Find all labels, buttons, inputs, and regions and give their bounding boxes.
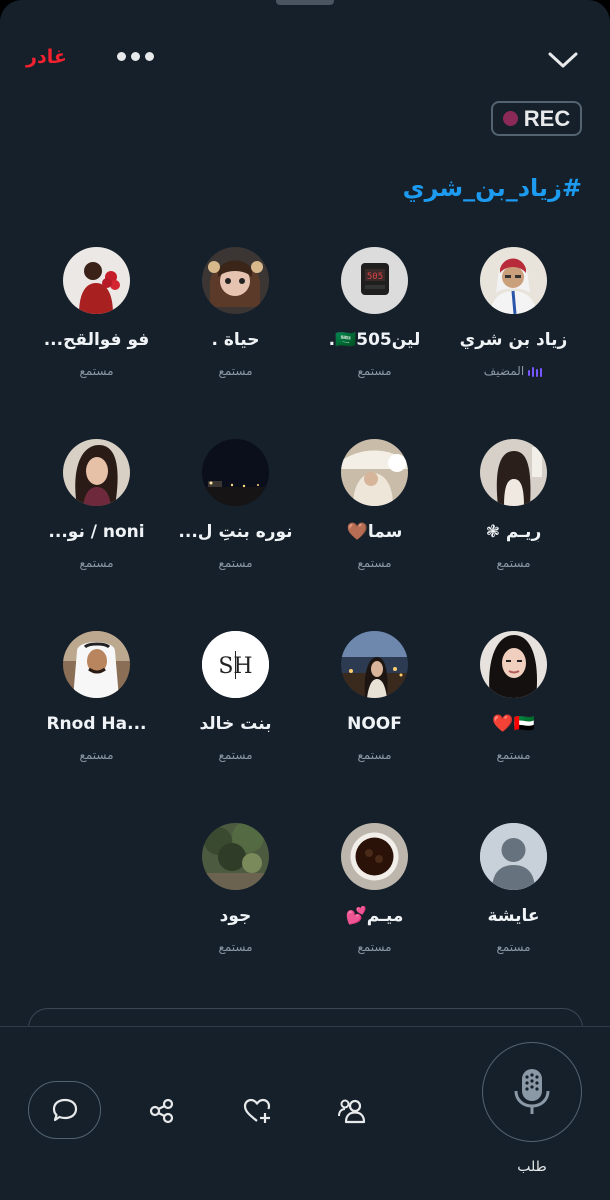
participant-role: مستمع bbox=[79, 364, 114, 378]
participant-role: مستمع bbox=[79, 748, 114, 762]
participant-tile[interactable]: حياة . مستمع bbox=[166, 244, 305, 404]
chat-bubble-icon bbox=[52, 1098, 77, 1122]
participant-role: المضيف bbox=[444, 364, 583, 378]
avatar: SH bbox=[202, 631, 269, 698]
participant-name: 🇦🇪❤️ bbox=[492, 714, 535, 734]
avatar bbox=[63, 631, 130, 698]
comments-button[interactable] bbox=[28, 1081, 101, 1139]
avatar bbox=[63, 247, 130, 314]
space-title[interactable]: #زياد_بن_شري bbox=[403, 174, 582, 202]
avatar bbox=[63, 439, 130, 506]
participants-button[interactable] bbox=[332, 1091, 372, 1131]
participant-role: مستمع bbox=[357, 364, 392, 378]
participant-role: مستمع bbox=[496, 748, 531, 762]
avatar bbox=[480, 823, 547, 890]
participant-role: مستمع bbox=[496, 556, 531, 570]
participant-name: Rnod Ha... bbox=[46, 714, 147, 734]
svg-text:505: 505 bbox=[367, 272, 383, 282]
participant-name: سما🤎 bbox=[346, 522, 403, 542]
avatar bbox=[202, 823, 269, 890]
avatar bbox=[341, 631, 408, 698]
sheet-grabber[interactable] bbox=[276, 0, 334, 5]
avatar bbox=[341, 439, 408, 506]
more-options-icon[interactable] bbox=[117, 52, 154, 61]
participant-name: رِيـم ❃ bbox=[485, 522, 542, 542]
role-label: المضيف bbox=[483, 364, 525, 378]
participant-name: فو فوالقح... bbox=[43, 330, 150, 350]
participant-tile[interactable]: SH بنت خالد مستمع bbox=[166, 628, 305, 788]
participant-role: مستمع bbox=[79, 556, 114, 570]
participant-name: نوره بنتِ ل... bbox=[178, 522, 293, 542]
participant-name: جود bbox=[219, 906, 252, 926]
people-icon bbox=[338, 1099, 366, 1124]
speaking-bars-icon bbox=[528, 366, 543, 377]
participant-tile[interactable]: جود مستمع bbox=[166, 820, 305, 980]
chevron-down-icon[interactable] bbox=[546, 48, 580, 72]
participant-tile[interactable]: Rnod Ha... مستمع bbox=[27, 628, 166, 788]
microphone-icon bbox=[514, 1069, 550, 1114]
avatar bbox=[480, 439, 547, 506]
avatar: 505 bbox=[341, 247, 408, 314]
participant-name: NOOF bbox=[347, 714, 402, 734]
avatar bbox=[341, 823, 408, 890]
default-avatar-icon bbox=[480, 823, 547, 890]
heart-plus-icon bbox=[243, 1098, 271, 1123]
participant-role: مستمع bbox=[218, 940, 253, 954]
participant-tile[interactable]: رِيـم ❃ مستمع bbox=[444, 436, 583, 596]
share-button[interactable] bbox=[142, 1091, 182, 1131]
participant-name: noni / نو... bbox=[48, 522, 145, 542]
participant-tile[interactable]: 505 لين🇸🇦505. مستمع bbox=[305, 244, 444, 404]
leave-button[interactable]: غادر bbox=[26, 46, 67, 68]
participant-name: زياد بن شري bbox=[459, 330, 568, 350]
participant-role: مستمع bbox=[496, 940, 531, 954]
participant-tile[interactable]: 🇦🇪❤️ مستمع bbox=[444, 628, 583, 788]
participant-role: مستمع bbox=[357, 556, 392, 570]
avatar bbox=[480, 631, 547, 698]
participant-tile[interactable]: noni / نو... مستمع bbox=[27, 436, 166, 596]
avatar bbox=[202, 439, 269, 506]
participant-tile[interactable]: عايشة مستمع bbox=[444, 820, 583, 980]
share-icon bbox=[149, 1098, 174, 1124]
participant-name: حياة . bbox=[211, 330, 260, 350]
participant-role: مستمع bbox=[218, 556, 253, 570]
recording-badge: REC bbox=[491, 101, 582, 136]
participant-tile[interactable]: سما🤎 مستمع bbox=[305, 436, 444, 596]
request-label: طلب bbox=[517, 1159, 547, 1175]
participant-tile[interactable]: نوره بنتِ ل... مستمع bbox=[166, 436, 305, 596]
participant-name: ميـم💕 bbox=[345, 906, 404, 926]
recording-dot-icon bbox=[502, 111, 518, 126]
participant-tile[interactable]: زياد بن شري المضيف bbox=[444, 244, 583, 404]
participant-role: مستمع bbox=[357, 940, 392, 954]
participant-role: مستمع bbox=[218, 748, 253, 762]
participant-role: مستمع bbox=[357, 748, 392, 762]
space-sheet: غادر REC #زياد_بن_شري زياد بن شري المضيف… bbox=[0, 0, 610, 1200]
recording-label: REC bbox=[523, 105, 571, 131]
avatar bbox=[202, 247, 269, 314]
participant-tile[interactable]: NOOF مستمع bbox=[305, 628, 444, 788]
participant-tile[interactable]: فو فوالقح... مستمع bbox=[27, 244, 166, 404]
participant-name: بنت خالد bbox=[199, 714, 272, 734]
avatar bbox=[480, 247, 547, 314]
participant-name: عايشة bbox=[487, 906, 540, 926]
participant-name: لين🇸🇦505. bbox=[328, 330, 421, 350]
participant-role: مستمع bbox=[218, 364, 253, 378]
react-button[interactable] bbox=[237, 1091, 277, 1131]
request-to-speak-button[interactable] bbox=[482, 1042, 582, 1142]
participant-tile[interactable]: ميـم💕 مستمع bbox=[305, 820, 444, 980]
